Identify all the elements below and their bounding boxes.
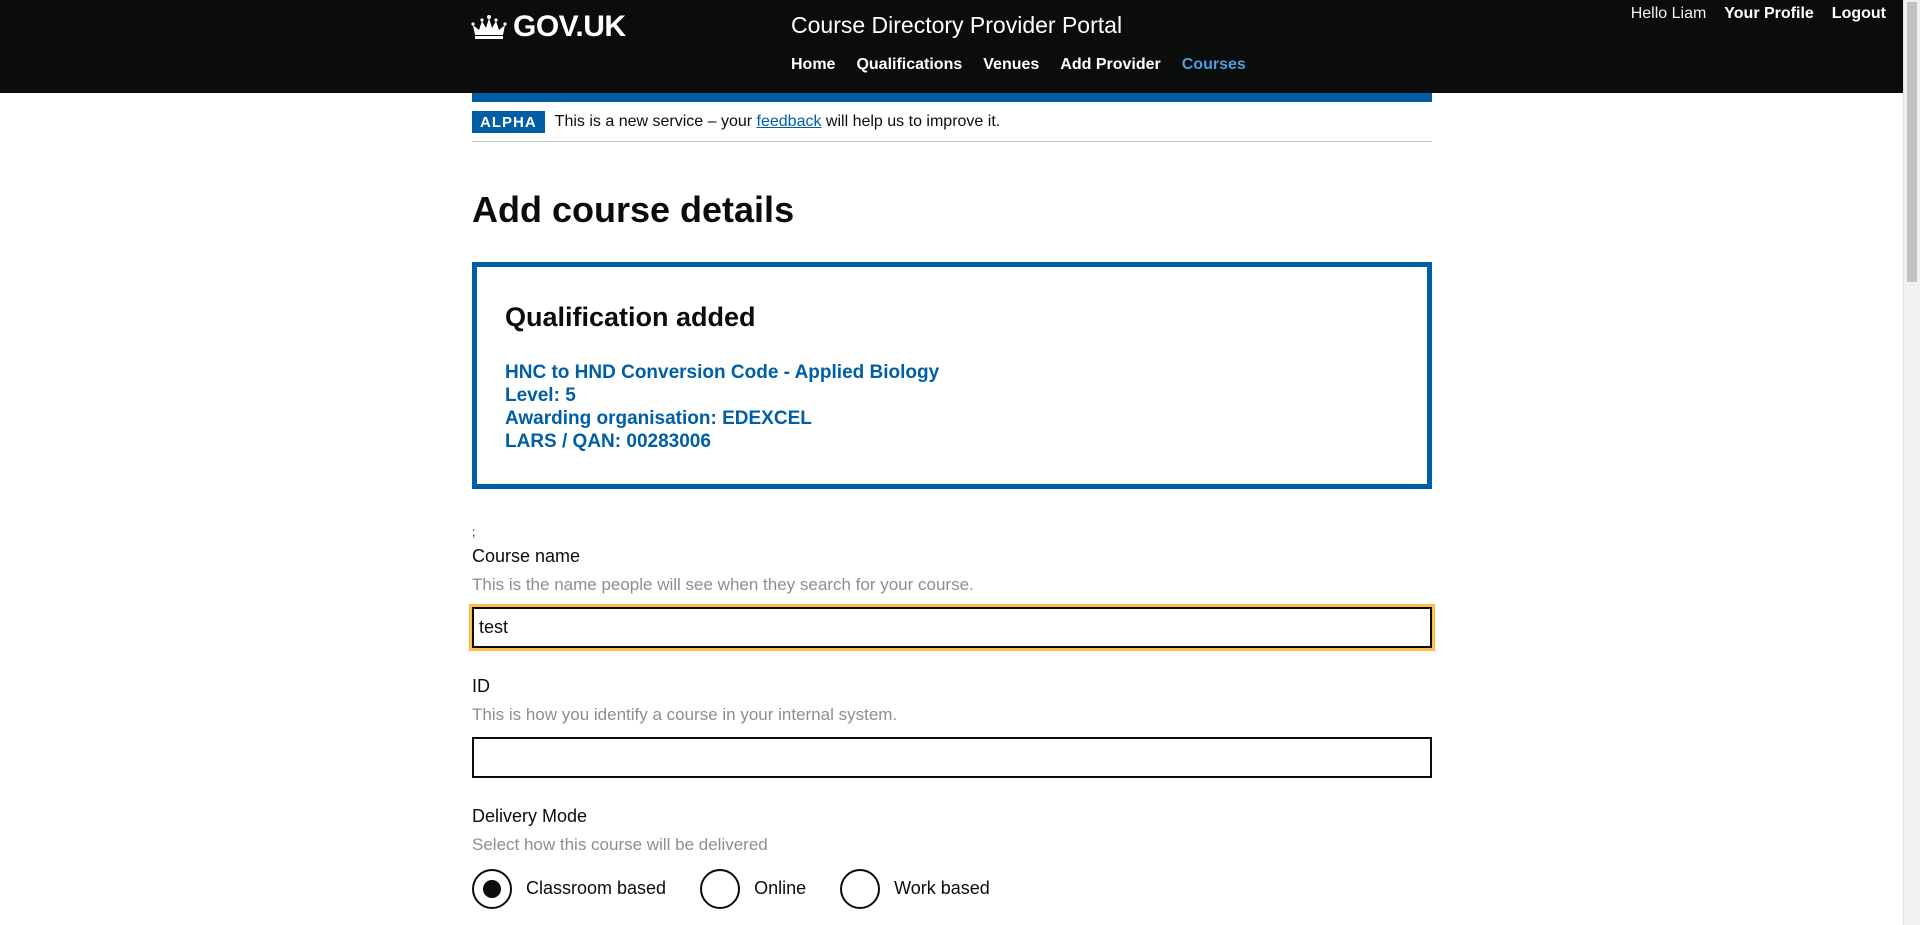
radio-label-work[interactable]: Work based xyxy=(894,878,990,899)
qualification-panel: Qualification added HNC to HND Conversio… xyxy=(472,261,1432,489)
crown-icon xyxy=(471,15,507,39)
service-name[interactable]: Course Directory Provider Portal xyxy=(791,12,1122,39)
panel-heading: Qualification added xyxy=(505,301,756,332)
qualification-title: HNC to HND Conversion Code - Applied Bio… xyxy=(505,361,940,383)
radio-circle-online[interactable] xyxy=(700,868,741,909)
course-id-hint: This is how you identify a course in you… xyxy=(472,704,898,724)
radio-online[interactable]: Online xyxy=(700,868,806,909)
radio-label-online[interactable]: Online xyxy=(754,878,806,899)
delivery-mode-group: Delivery Mode Select how this course wil… xyxy=(472,806,1432,909)
delivery-mode-label: Delivery Mode xyxy=(472,805,588,826)
nav-courses[interactable]: Courses xyxy=(1182,56,1246,74)
nav-venues[interactable]: Venues xyxy=(983,56,1039,74)
course-name-group: Course name This is the name people will… xyxy=(469,545,1435,651)
phase-tag: ALPHA xyxy=(472,111,545,133)
header-accent-bar xyxy=(472,93,1432,102)
scrollbar-thumb[interactable] xyxy=(1907,2,1917,282)
radio-circle-classroom[interactable] xyxy=(472,868,512,909)
stray-text: ; xyxy=(472,524,476,539)
radio-circle-work[interactable] xyxy=(840,868,881,909)
radio-work-based[interactable]: Work based xyxy=(840,868,990,909)
site-header: GOV.UK Course Directory Provider Portal … xyxy=(0,0,1903,93)
vertical-scrollbar[interactable] xyxy=(1903,0,1920,925)
phase-text-before: This is a new service – your xyxy=(554,113,757,130)
lars-qan: LARS / QAN: 00283006 xyxy=(505,430,711,452)
govuk-logo[interactable]: GOV.UK xyxy=(471,10,626,44)
awarding-organisation: Awarding organisation: EDEXCEL xyxy=(505,407,812,429)
course-name-hint: This is the name people will see when th… xyxy=(472,574,974,594)
phase-banner: ALPHA This is a new service – your feedb… xyxy=(472,102,1432,142)
logo-text: GOV.UK xyxy=(513,10,626,43)
page-title: Add course details xyxy=(472,189,795,230)
delivery-mode-radios: Classroom based Online Work based xyxy=(472,868,1432,909)
course-id-input[interactable] xyxy=(472,736,1432,778)
your-profile-link[interactable]: Your Profile xyxy=(1724,5,1814,23)
phase-text: This is a new service – your feedback wi… xyxy=(555,113,1001,131)
radio-classroom-based[interactable]: Classroom based xyxy=(472,868,666,909)
logout-link[interactable]: Logout xyxy=(1832,5,1886,23)
phase-text-after: will help us to improve it. xyxy=(821,113,1001,130)
course-id-label: ID xyxy=(472,675,490,696)
feedback-link[interactable]: feedback xyxy=(757,113,822,130)
main-nav: Home Qualifications Venues Add Provider … xyxy=(791,56,1246,74)
main-content: ALPHA This is a new service – your feedb… xyxy=(469,93,1435,909)
radio-label-classroom[interactable]: Classroom based xyxy=(526,878,666,899)
nav-home[interactable]: Home xyxy=(791,56,835,74)
user-greeting: Hello Liam xyxy=(1630,5,1707,22)
qualification-level: Level: 5 xyxy=(505,384,576,406)
course-name-label: Course name xyxy=(472,545,581,566)
user-links: Hello Liam Your Profile Logout xyxy=(1631,5,1886,23)
course-name-input[interactable] xyxy=(469,603,1435,651)
course-id-group: ID This is how you identify a course in … xyxy=(472,676,1432,778)
nav-add-provider[interactable]: Add Provider xyxy=(1060,56,1160,74)
delivery-mode-hint: Select how this course will be delivered xyxy=(472,834,768,854)
nav-qualifications[interactable]: Qualifications xyxy=(856,56,962,74)
